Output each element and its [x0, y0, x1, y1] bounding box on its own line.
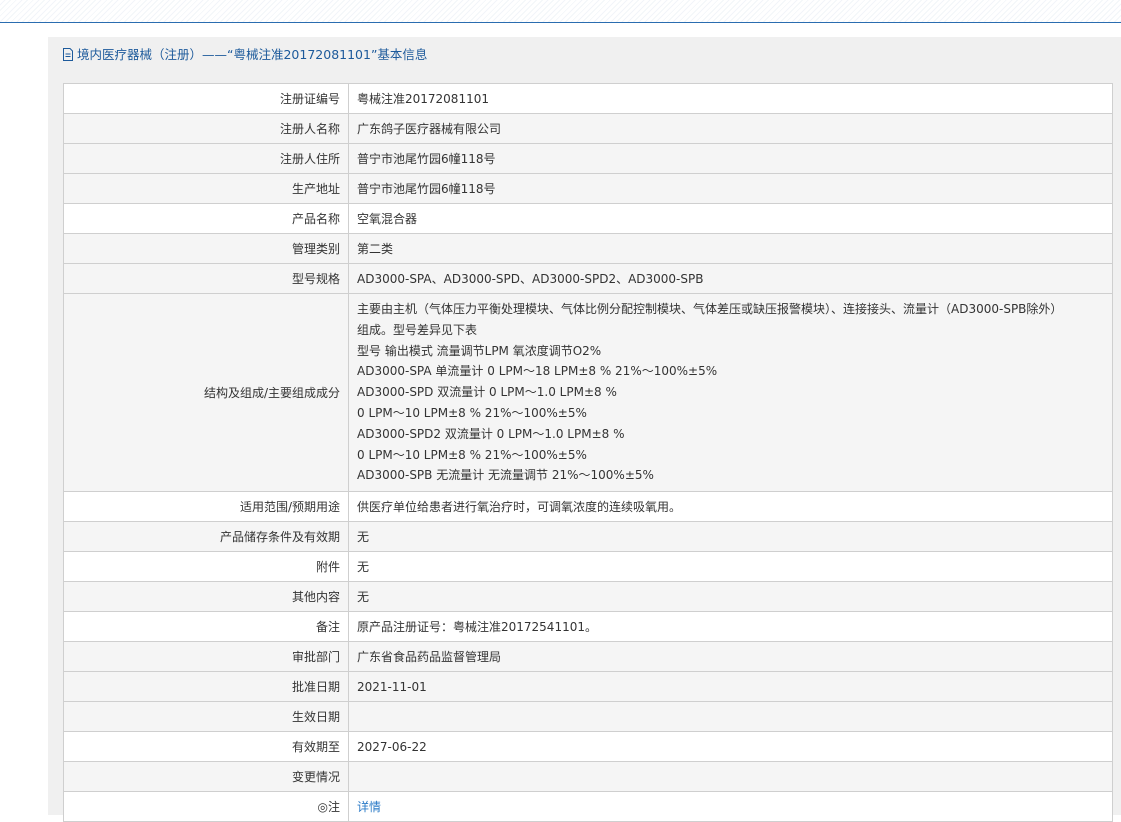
- structure-line: 0 LPM～10 LPM±8 % 21%～100%±5%: [357, 405, 587, 420]
- table-row: 批准日期 2021-11-01: [63, 671, 1113, 703]
- row-value: 空氧混合器: [348, 203, 1113, 234]
- structure-line: 0 LPM～10 LPM±8 % 21%～100%±5%: [357, 447, 587, 462]
- structure-line: 组成。型号差异见下表: [357, 322, 478, 337]
- row-label: 审批部门: [63, 641, 349, 673]
- table-row: 有效期至 2027-06-22: [63, 731, 1113, 763]
- structure-line: AD3000-SPA 单流量计 0 LPM～18 LPM±8 % 21%～100…: [357, 364, 718, 379]
- row-value: 无: [348, 521, 1113, 553]
- table-row: 型号规格 AD3000-SPA、AD3000-SPD、AD3000-SPD2、A…: [63, 263, 1113, 294]
- row-value: 无: [348, 581, 1113, 613]
- row-value: 第二类: [348, 233, 1113, 264]
- row-label: 有效期至: [63, 731, 349, 763]
- table-row: 注册证编号 粤械注准20172081101: [63, 83, 1113, 114]
- row-label: 注册人住所: [63, 143, 349, 174]
- row-value: 广东鸽子医疗器械有限公司: [348, 113, 1113, 144]
- table-row: 生效日期: [63, 701, 1113, 733]
- panel-header: 境内医疗器械（注册）——“粤械注准20172081101”基本信息: [48, 37, 1121, 72]
- row-value: [348, 701, 1113, 733]
- table-row: 管理类别 第二类: [63, 233, 1113, 264]
- row-label: 批准日期: [63, 671, 349, 703]
- table-row: 注册人名称 广东鸽子医疗器械有限公司: [63, 113, 1113, 144]
- table-row: 备注 原产品注册证号：粤械注准20172541101。: [63, 611, 1113, 643]
- page-title: 境内医疗器械（注册）——“粤械注准20172081101”基本信息: [77, 47, 428, 62]
- info-panel: 境内医疗器械（注册）——“粤械注准20172081101”基本信息 注册证编号 …: [48, 37, 1121, 822]
- row-label: 产品储存条件及有效期: [63, 521, 349, 553]
- structure-line: AD3000-SPD2 双流量计 0 LPM～1.0 LPM±8 %: [357, 426, 625, 441]
- row-value: 2027-06-22: [348, 731, 1113, 763]
- row-label: 备注: [63, 611, 349, 643]
- row-value: 普宁市池尾竹园6幢118号: [348, 143, 1113, 174]
- row-value: 供医疗单位给患者进行氧治疗时，可调氧浓度的连续吸氧用。: [348, 491, 1113, 523]
- row-value: 无: [348, 551, 1113, 583]
- table-row: 产品储存条件及有效期 无: [63, 521, 1113, 553]
- details-link[interactable]: 详情: [357, 800, 381, 814]
- table-row: ◎注 详情: [63, 791, 1113, 822]
- info-table: 注册证编号 粤械注准20172081101 注册人名称 广东鸽子医疗器械有限公司…: [63, 83, 1113, 822]
- row-label: 型号规格: [63, 263, 349, 294]
- structure-line: 型号 输出模式 流量调节LPM 氧浓度调节O2%: [357, 343, 602, 358]
- table-row: 适用范围/预期用途 供医疗单位给患者进行氧治疗时，可调氧浓度的连续吸氧用。: [63, 491, 1113, 523]
- row-label: 生效日期: [63, 701, 349, 733]
- row-label: 适用范围/预期用途: [63, 491, 349, 523]
- row-label: 注册证编号: [63, 83, 349, 114]
- row-value: 原产品注册证号：粤械注准20172541101。: [348, 611, 1113, 643]
- row-value-multiline: 主要由主机（气体压力平衡处理模块、气体比例分配控制模块、气体差压或缺压报警模块）…: [348, 292, 1113, 493]
- structure-line: AD3000-SPB 无流量计 无流量调节 21%～100%±5%: [357, 468, 654, 483]
- row-label: 产品名称: [63, 203, 349, 234]
- row-value: 2021-11-01: [348, 671, 1113, 703]
- row-label: 结构及组成/主要组成成分: [63, 292, 349, 493]
- row-label: 附件: [63, 551, 349, 583]
- row-value: AD3000-SPA、AD3000-SPD、AD3000-SPD2、AD3000…: [348, 263, 1113, 294]
- table-row: 注册人住所 普宁市池尾竹园6幢118号: [63, 143, 1113, 174]
- row-label: 其他内容: [63, 581, 349, 613]
- table-row: 附件 无: [63, 551, 1113, 583]
- row-label: 管理类别: [63, 233, 349, 264]
- row-value: 普宁市池尾竹园6幢118号: [348, 173, 1113, 204]
- document-icon: [63, 48, 73, 61]
- row-label: ◎注: [63, 791, 349, 822]
- table-row: 审批部门 广东省食品药品监督管理局: [63, 641, 1113, 673]
- row-value: 粤械注准20172081101: [348, 83, 1113, 114]
- table-row: 结构及组成/主要组成成分 主要由主机（气体压力平衡处理模块、气体比例分配控制模块…: [63, 292, 1113, 493]
- table-row: 产品名称 空氧混合器: [63, 203, 1113, 234]
- row-label: 生产地址: [63, 173, 349, 204]
- structure-line: 主要由主机（气体压力平衡处理模块、气体比例分配控制模块、气体差压或缺压报警模块）…: [357, 302, 1063, 316]
- row-label: 注册人名称: [63, 113, 349, 144]
- row-label: 变更情况: [63, 761, 349, 793]
- top-banner: [0, 0, 1121, 23]
- row-value: [348, 761, 1113, 793]
- row-value: 详情: [348, 791, 1113, 822]
- structure-line: AD3000-SPD 双流量计 0 LPM～1.0 LPM±8 %: [357, 385, 617, 400]
- table-row: 变更情况: [63, 761, 1113, 793]
- table-row: 其他内容 无: [63, 581, 1113, 613]
- table-row: 生产地址 普宁市池尾竹园6幢118号: [63, 173, 1113, 204]
- row-value: 广东省食品药品监督管理局: [348, 641, 1113, 673]
